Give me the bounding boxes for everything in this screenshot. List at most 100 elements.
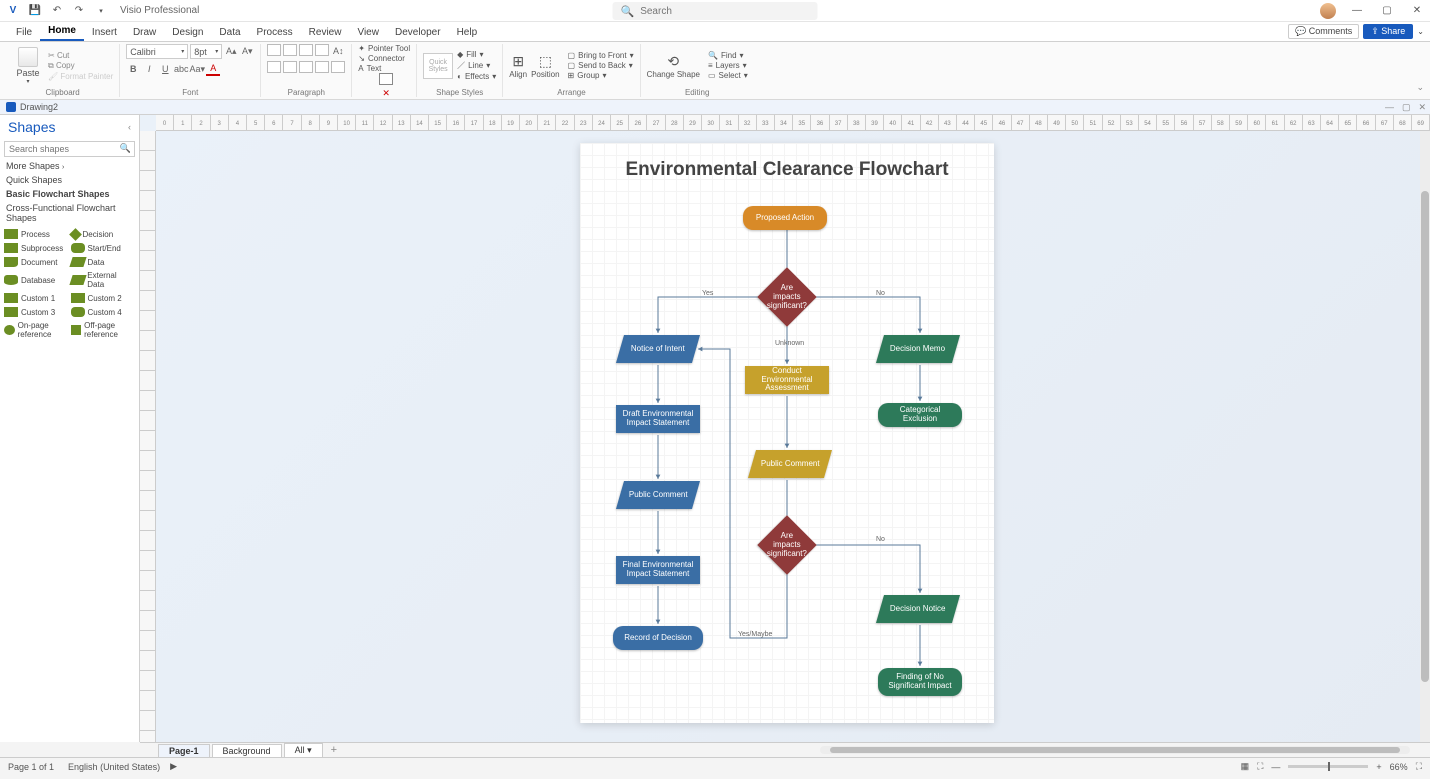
node-impacts2[interactable]: Are impacts significant?: [757, 515, 816, 574]
node-dmemo[interactable]: Decision Memo: [876, 335, 960, 363]
more-shapes-link[interactable]: More Shapes ›: [0, 159, 139, 173]
bullets-icon[interactable]: [315, 44, 329, 56]
shape-stencil-process[interactable]: Process: [4, 229, 69, 239]
collapse-pane-icon[interactable]: ‹: [128, 122, 131, 132]
indent-inc-icon[interactable]: [331, 61, 345, 73]
decrease-font-icon[interactable]: A▾: [240, 44, 254, 58]
ribbon-collapse-icon[interactable]: ⌄: [1417, 27, 1424, 36]
ribbon-tab-home[interactable]: Home: [40, 22, 84, 41]
node-pc1[interactable]: Public Comment: [616, 481, 700, 509]
rectangle-tool-icon[interactable]: [379, 73, 393, 85]
undo-icon[interactable]: ↶: [48, 2, 66, 20]
font-family-dropdown[interactable]: Calibri ▾: [126, 44, 188, 59]
line-button[interactable]: ／ Line ▾: [457, 60, 496, 71]
node-feis[interactable]: Final Environmental Impact Statement: [616, 556, 700, 584]
cross-functional-category[interactable]: Cross-Functional Flowchart Shapes: [0, 201, 139, 225]
position-button[interactable]: ⬚Position: [531, 53, 559, 79]
ribbon-tab-process[interactable]: Process: [249, 24, 301, 41]
cut-button[interactable]: ✂ Cut: [48, 51, 113, 60]
shape-stencil-custom-1[interactable]: Custom 1: [4, 293, 69, 303]
node-dnotice[interactable]: Decision Notice: [876, 595, 960, 623]
layers-button[interactable]: ≡ Layers ▾: [708, 61, 748, 70]
page-tab-all[interactable]: All ▾: [284, 743, 323, 757]
text-case-button[interactable]: Aa▾: [190, 62, 204, 76]
shape-stencil-document[interactable]: Document: [4, 257, 69, 267]
node-pc2[interactable]: Public Comment: [748, 450, 832, 478]
shape-stencil-decision[interactable]: Decision: [71, 229, 136, 239]
node-rod[interactable]: Record of Decision: [613, 626, 703, 650]
align-middle-icon[interactable]: [283, 61, 297, 73]
share-button[interactable]: ⇪ Share: [1363, 24, 1413, 39]
send-back-button[interactable]: ▢ Send to Back ▾: [568, 61, 634, 70]
fit-page-icon[interactable]: ⛶: [1257, 761, 1263, 772]
ribbon-collapse-button[interactable]: ⌄: [1416, 82, 1424, 93]
doc-restore-icon[interactable]: ▢: [1402, 102, 1411, 113]
font-size-dropdown[interactable]: 8pt▾: [190, 44, 222, 59]
presentation-icon[interactable]: ▦: [1241, 761, 1250, 772]
ribbon-tab-review[interactable]: Review: [301, 24, 350, 41]
shapes-search-input[interactable]: [4, 141, 135, 157]
bold-button[interactable]: B: [126, 62, 140, 76]
format-painter-button[interactable]: 🖌 Format Painter: [48, 72, 113, 81]
indent-dec-icon[interactable]: [315, 61, 329, 73]
page-tab-1[interactable]: Page-1: [158, 744, 210, 757]
shape-stencil-start-end[interactable]: Start/End: [71, 243, 136, 253]
copy-button[interactable]: ⧉ Copy: [48, 61, 113, 71]
shape-stencil-on-page-reference[interactable]: On-page reference: [4, 321, 69, 339]
align-button[interactable]: ⊞Align: [509, 53, 527, 79]
fill-button[interactable]: ◆ Fill ▾: [457, 50, 496, 59]
zoom-slider[interactable]: [1288, 765, 1368, 768]
canvas-hscroll[interactable]: [820, 746, 1410, 754]
connector-tool-button[interactable]: ↘ Connector: [358, 54, 405, 63]
increase-font-icon[interactable]: A▴: [224, 44, 238, 58]
shape-stencil-subprocess[interactable]: Subprocess: [4, 243, 69, 253]
underline-button[interactable]: U: [158, 62, 172, 76]
node-impacts1[interactable]: Are impacts significant?: [757, 267, 816, 326]
zoom-level[interactable]: 66%: [1390, 762, 1408, 772]
delete-tool-icon[interactable]: ✕: [379, 86, 393, 100]
language-indicator[interactable]: English (United States): [68, 762, 160, 772]
doc-close-icon[interactable]: ✕: [1418, 102, 1426, 113]
node-cea[interactable]: Conduct Environmental Assessment: [745, 366, 829, 394]
ribbon-tab-view[interactable]: View: [349, 24, 387, 41]
text-tool-button[interactable]: A Text: [358, 64, 381, 73]
search-bar[interactable]: 🔍: [613, 2, 818, 20]
minimize-button[interactable]: —: [1348, 2, 1366, 20]
shape-stencil-external-data[interactable]: External Data: [71, 271, 136, 289]
change-shape-button[interactable]: ⟲Change Shape: [647, 53, 700, 79]
find-button[interactable]: 🔍 Find ▾: [708, 51, 748, 60]
ribbon-tab-design[interactable]: Design: [164, 24, 211, 41]
effects-button[interactable]: ◐ Effects ▾: [457, 72, 496, 81]
node-fonsi[interactable]: Finding of No Significant Impact: [878, 668, 962, 696]
page-tab-background[interactable]: Background: [212, 744, 282, 757]
italic-button[interactable]: I: [142, 62, 156, 76]
save-icon[interactable]: 💾: [26, 2, 44, 20]
comments-button[interactable]: 💬 Comments: [1288, 24, 1359, 39]
basic-flowchart-category[interactable]: Basic Flowchart Shapes: [0, 187, 139, 201]
quick-shapes-link[interactable]: Quick Shapes: [0, 173, 139, 187]
ribbon-tab-draw[interactable]: Draw: [125, 24, 164, 41]
shape-stencil-off-page-reference[interactable]: Off-page reference: [71, 321, 136, 339]
pointer-tool-button[interactable]: ✦ Pointer Tool: [358, 44, 410, 53]
search-input[interactable]: [638, 5, 809, 18]
align-center-icon[interactable]: [283, 44, 297, 56]
node-deis[interactable]: Draft Environmental Impact Statement: [616, 405, 700, 433]
node-noi[interactable]: Notice of Intent: [616, 335, 700, 363]
text-direction-icon[interactable]: A↕: [331, 44, 345, 58]
align-right-icon[interactable]: [299, 44, 313, 56]
fit-window-icon[interactable]: ⛶: [1416, 761, 1422, 772]
quick-styles-gallery[interactable]: Quick Styles: [423, 53, 453, 79]
ribbon-tab-developer[interactable]: Developer: [387, 24, 449, 41]
maximize-button[interactable]: ▢: [1378, 2, 1396, 20]
add-page-button[interactable]: +: [331, 744, 337, 756]
macro-icon[interactable]: ▶: [170, 761, 177, 772]
paste-button[interactable]: Paste ▾: [12, 47, 44, 85]
user-avatar[interactable]: [1320, 3, 1336, 19]
doc-minimize-icon[interactable]: —: [1385, 102, 1394, 113]
shape-stencil-custom-3[interactable]: Custom 3: [4, 307, 69, 317]
drawing-page[interactable]: Environmental Clearance Flowchart Propos…: [580, 143, 994, 723]
font-color-button[interactable]: A: [206, 62, 220, 76]
strike-button[interactable]: abc: [174, 62, 188, 76]
shape-stencil-custom-2[interactable]: Custom 2: [71, 293, 136, 303]
ribbon-tab-data[interactable]: Data: [211, 24, 248, 41]
